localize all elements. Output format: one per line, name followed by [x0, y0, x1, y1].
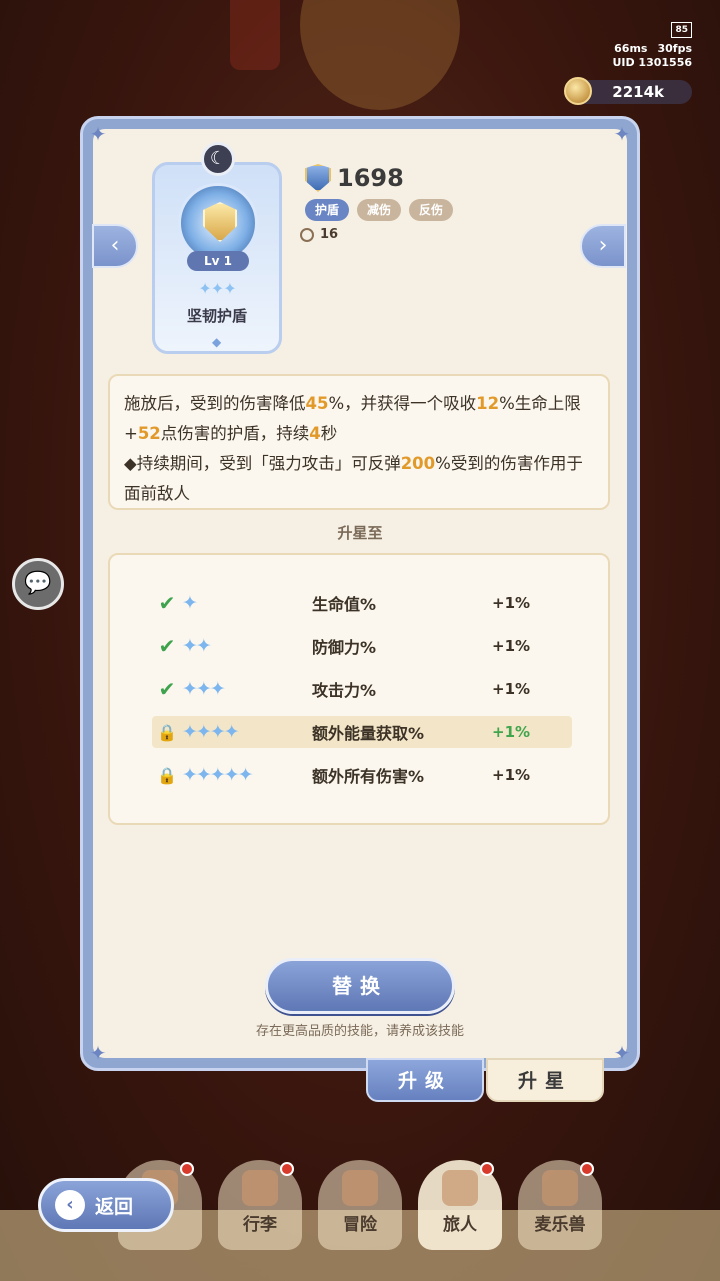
tab-upgrade[interactable]: 升级: [366, 1058, 484, 1102]
skill-tags: 护盾 减伤 反伤: [305, 199, 454, 221]
background-lantern: [230, 0, 280, 70]
star-row: 🔒 ✦✦✦✦✦ 额外所有伤害% +1%: [152, 759, 572, 791]
star-bonus-value: +1%: [492, 680, 531, 698]
skill-tag: 护盾: [305, 199, 350, 221]
lock-icon: 🔒: [157, 722, 177, 742]
description-line-1: 施放后，受到的伤害降低45%，并获得一个吸收12%生命上限+52点伤害的护盾，持…: [124, 394, 581, 443]
star-bonus-value: +1%: [492, 766, 531, 784]
star-bonus-label: 额外所有伤害%: [312, 767, 425, 786]
star-section-title: 升星至: [337, 524, 383, 542]
chevron-left-icon: ‹: [55, 1190, 85, 1220]
notification-dot: [180, 1162, 194, 1176]
check-icon: ✔: [158, 677, 176, 701]
notification-dot: [480, 1162, 494, 1176]
background-figure: [300, 0, 460, 110]
replace-hint: 存在更高品质的技能，请养成该技能: [255, 1024, 464, 1039]
currency-amount: 2214k: [612, 83, 664, 101]
back-button[interactable]: ‹ 返回: [38, 1178, 174, 1232]
skill-power: 1698: [305, 164, 404, 192]
skill-card: Lv 1 ✦✦✦ 坚韧护盾 ◆: [152, 162, 282, 354]
chevron-right-icon: ›: [598, 233, 608, 258]
nav-item-luggage[interactable]: 行李: [218, 1160, 302, 1250]
prev-skill-button[interactable]: ‹: [92, 224, 138, 268]
back-label: 返回: [95, 1195, 134, 1218]
chest-icon: [242, 1170, 278, 1206]
corner-ornament-icon: ✦: [89, 122, 107, 146]
uid-readout: UID 1301556: [612, 56, 692, 69]
power-shield-icon: [305, 164, 331, 192]
nav-item-pets[interactable]: 麦乐兽: [518, 1160, 602, 1250]
star-row: ✔ ✦✦ 防御力% +1%: [152, 630, 572, 662]
moon-badge-icon: ☾: [201, 142, 235, 176]
clock-icon: [300, 227, 314, 242]
corner-ornament-icon: ✦: [89, 1041, 107, 1065]
next-skill-button[interactable]: ›: [580, 224, 626, 268]
gem-icon: ◆: [212, 335, 222, 349]
star-bonus-list: ✔ ✦ 生命值% +1% ✔ ✦✦ 防御力% +1% ✔ ✦✦✦ 攻击力% +1…: [108, 553, 610, 825]
currency-display: 2214k: [564, 77, 692, 105]
skill-description: 施放后，受到的伤害降低45%，并获得一个吸收12%生命上限+52点伤害的护盾，持…: [108, 374, 610, 510]
skill-level: Lv 1: [187, 251, 249, 271]
star-bonus-label: 攻击力%: [312, 681, 377, 700]
star-level: ✦✦✦✦: [182, 721, 240, 743]
description-line-2: ◆持续期间，受到「强力攻击」可反弹200%受到的伤害作用于面前敌人: [124, 454, 583, 503]
status-hud: 85 66ms 30fps UID 1301556: [612, 22, 692, 70]
tab-star-up[interactable]: 升星: [486, 1058, 604, 1102]
power-value: 1698: [337, 164, 404, 192]
star-bonus-value: +1%: [492, 594, 531, 612]
star-row: ✔ ✦ 生命值% +1%: [152, 587, 572, 619]
chat-button[interactable]: 💬: [12, 558, 64, 610]
nav-label: 旅人: [443, 1215, 477, 1235]
fps-readout: 30fps: [657, 42, 692, 55]
ping-readout: 66ms: [614, 42, 648, 55]
nav-item-adventure[interactable]: 冒险: [318, 1160, 402, 1250]
star-level: ✦✦✦✦✦: [182, 764, 254, 786]
chat-icon: 💬: [24, 571, 52, 596]
crossed-swords-icon: [342, 1170, 378, 1206]
star-level: ✦✦: [182, 635, 212, 657]
star-bonus-label: 额外能量获取%: [312, 724, 425, 743]
chevron-left-icon: ‹: [110, 233, 120, 258]
skill-tag: 减伤: [357, 199, 402, 221]
star-bonus-value: +1%: [492, 723, 531, 741]
check-icon: ✔: [158, 591, 176, 615]
skill-cooldown: 16: [300, 227, 338, 242]
check-icon: ✔: [158, 634, 176, 658]
nav-label: 冒险: [343, 1215, 377, 1235]
nav-label: 行李: [243, 1215, 277, 1235]
star-level: ✦: [182, 592, 198, 614]
replace-button[interactable]: 替换: [265, 958, 455, 1014]
coin-icon: [564, 77, 592, 105]
battery-indicator: 85: [671, 22, 692, 38]
skill-stars: ✦✦✦: [198, 279, 236, 298]
star-row: ✔ ✦✦✦ 攻击力% +1%: [152, 673, 572, 705]
cooldown-value: 16: [320, 227, 339, 242]
notification-dot: [280, 1162, 294, 1176]
shield-icon: [203, 202, 237, 242]
star-bonus-value: +1%: [492, 637, 531, 655]
pet-icon: [542, 1170, 578, 1206]
corner-ornament-icon: ✦: [613, 1041, 631, 1065]
star-row-next: 🔒 ✦✦✦✦ 额外能量获取% +1%: [152, 716, 572, 748]
skill-name: 坚韧护盾: [186, 307, 247, 325]
lock-icon: 🔒: [157, 765, 177, 785]
star-bonus-label: 生命值%: [312, 595, 377, 614]
skill-tag: 反伤: [409, 199, 454, 221]
corner-ornament-icon: ✦: [613, 122, 631, 146]
star-bonus-label: 防御力%: [312, 638, 377, 657]
nav-item-traveler[interactable]: 旅人: [418, 1160, 502, 1250]
star-level: ✦✦✦: [182, 678, 226, 700]
traveler-avatar-icon: [442, 1170, 478, 1206]
nav-label: 麦乐兽: [534, 1215, 586, 1235]
notification-dot: [580, 1162, 594, 1176]
